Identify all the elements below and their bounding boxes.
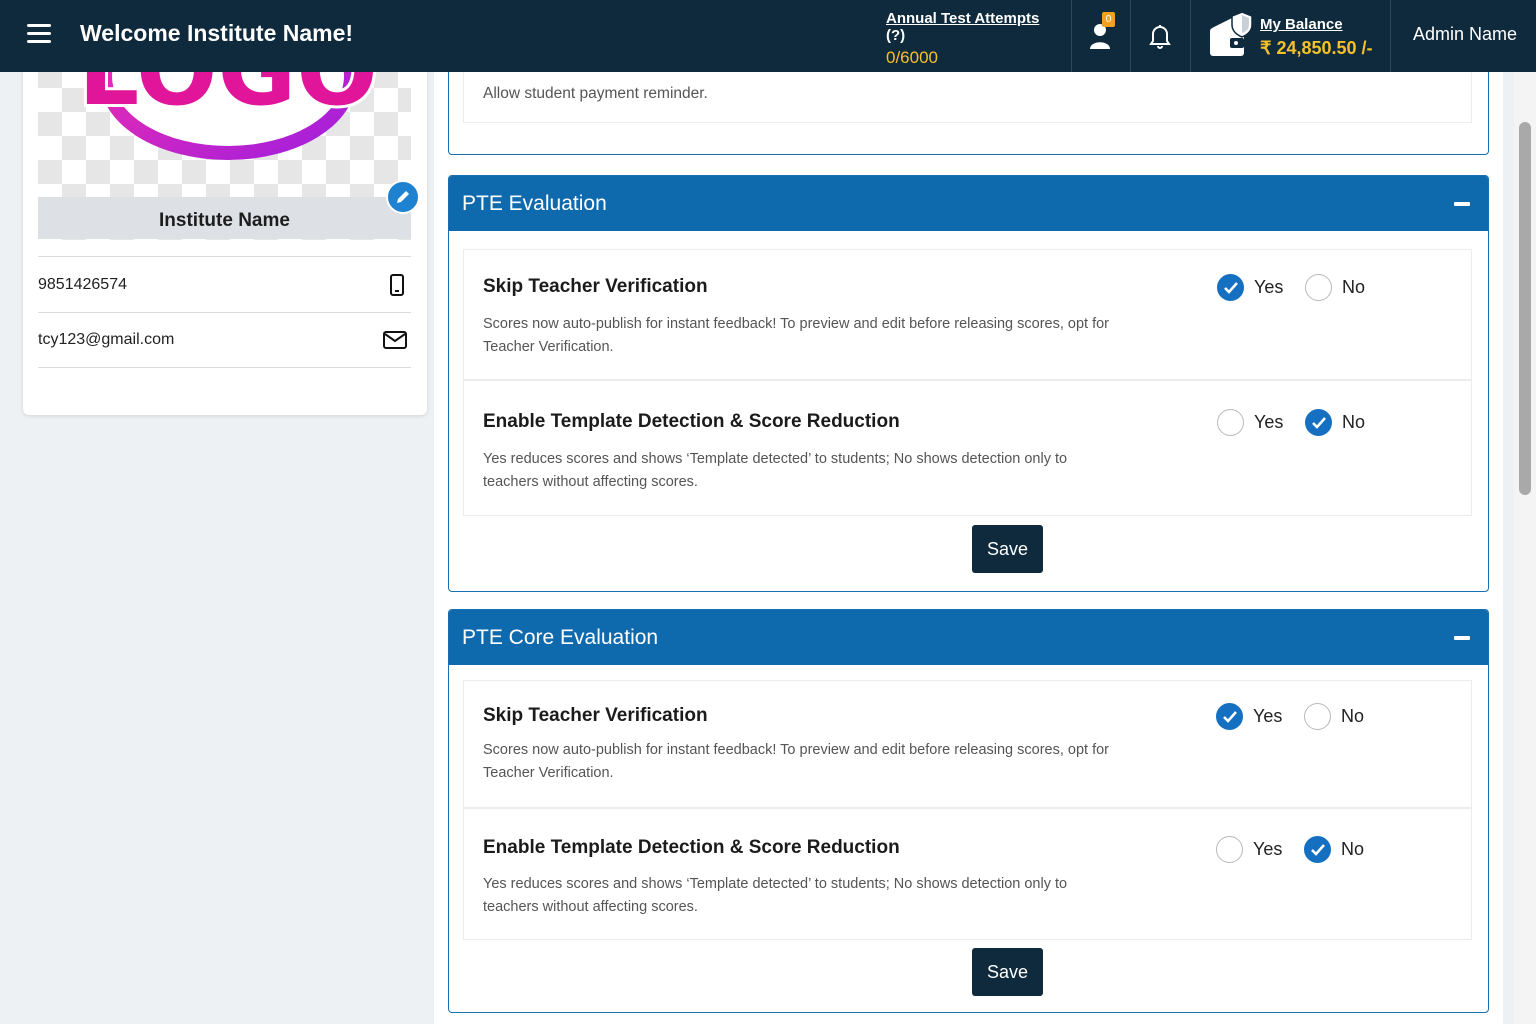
payment-reminder-text: Allow student payment reminder. (483, 85, 708, 102)
radio-no[interactable]: No (1304, 703, 1364, 730)
attempts-label[interactable]: Annual Test Attempts (886, 10, 1039, 27)
top-navbar: Welcome Institute Name! Annual Test Atte… (0, 0, 1536, 78)
hamburger-menu-icon[interactable] (27, 24, 51, 44)
attempts-help[interactable]: (?) (886, 27, 905, 44)
profile-icon[interactable]: 0 (1081, 12, 1121, 56)
institute-name: Institute Name (38, 197, 411, 239)
email-address: tcy123@gmail.com (38, 331, 175, 348)
setting-title: Skip Teacher Verification (483, 705, 708, 726)
template-detection-setting: Enable Template Detection & Score Reduct… (463, 380, 1472, 516)
template-detection-setting: Enable Template Detection & Score Reduct… (463, 808, 1472, 940)
radio-label: No (1341, 839, 1365, 859)
radio-label: No (1342, 412, 1366, 432)
radio-yes[interactable]: Yes (1216, 703, 1282, 730)
institute-profile-card: LOGO Institute Name 9851426574 tcy123@gm… (23, 40, 427, 415)
pte-evaluation-header[interactable]: PTE Evaluation (449, 176, 1488, 231)
radio-checked-icon (1305, 409, 1332, 436)
setting-title: Enable Template Detection & Score Reduct… (483, 411, 900, 432)
radio-no[interactable]: No (1304, 836, 1364, 863)
wallet-shield-icon (1210, 11, 1253, 56)
envelope-icon (383, 331, 407, 349)
balance-value: ₹ 24,850.50 /- (1260, 38, 1373, 58)
save-button[interactable]: Save (972, 525, 1043, 573)
radio-unchecked-icon (1217, 409, 1244, 436)
divider (1390, 0, 1391, 72)
skip-teacher-verification-setting: Skip Teacher Verification Scores now aut… (463, 680, 1472, 808)
annual-test-attempts[interactable]: Annual Test Attempts (?) 0/6000 (886, 10, 1054, 78)
pencil-icon (397, 191, 409, 203)
radio-label: Yes (1253, 706, 1283, 726)
radio-checked-icon (1304, 836, 1331, 863)
section-title: PTE Evaluation (462, 191, 607, 215)
radio-label: No (1342, 277, 1366, 297)
radio-label: Yes (1254, 412, 1284, 432)
radio-label: Yes (1253, 839, 1283, 859)
radio-checked-icon (1216, 703, 1243, 730)
divider (1130, 0, 1131, 72)
setting-description: Scores now auto-publish for instant feed… (483, 316, 1110, 355)
pte-core-evaluation-header[interactable]: PTE Core Evaluation (449, 610, 1488, 665)
attempts-progress-bar (886, 72, 1052, 78)
balance-label[interactable]: My Balance (1260, 16, 1343, 33)
radio-no[interactable]: No (1305, 274, 1365, 301)
bell-icon[interactable] (1140, 16, 1180, 56)
phone-number: 9851426574 (38, 275, 127, 293)
collapse-minus-icon[interactable] (1454, 635, 1470, 640)
divider (1071, 0, 1072, 72)
email-row: tcy123@gmail.com (38, 312, 411, 368)
radio-no[interactable]: No (1305, 409, 1365, 436)
skip-teacher-verification-setting: Skip Teacher Verification Scores now aut… (463, 249, 1472, 380)
profile-badge: 0 (1102, 12, 1115, 27)
attempts-value: 0/6000 (886, 48, 938, 67)
welcome-title: Welcome Institute Name! (80, 20, 354, 46)
radio-label: Yes (1254, 277, 1284, 297)
setting-description: Scores now auto-publish for instant feed… (483, 742, 1110, 781)
setting-description: Yes reduces scores and shows ‘Template d… (483, 876, 1068, 915)
radio-unchecked-icon (1305, 274, 1332, 301)
radio-unchecked-icon (1304, 703, 1331, 730)
pte-core-evaluation-section: PTE Core Evaluation Skip Teacher Verific… (448, 609, 1489, 1013)
setting-title: Enable Template Detection & Score Reduct… (483, 837, 900, 858)
edit-profile-button[interactable] (386, 180, 420, 214)
save-button[interactable]: Save (972, 948, 1043, 996)
radio-yes[interactable]: Yes (1217, 409, 1283, 436)
radio-checked-icon (1217, 274, 1244, 301)
setting-title: Skip Teacher Verification (483, 276, 708, 297)
collapse-minus-icon[interactable] (1454, 201, 1470, 206)
radio-unchecked-icon (1216, 836, 1243, 863)
divider (1190, 0, 1191, 72)
phone-row: 9851426574 (38, 256, 411, 312)
my-balance[interactable]: My Balance ₹ 24,850.50 /- (1208, 6, 1378, 66)
section-title: PTE Core Evaluation (462, 625, 659, 649)
radio-yes[interactable]: Yes (1217, 274, 1283, 301)
admin-name-menu[interactable]: Admin Name (1413, 24, 1517, 45)
setting-description: Yes reduces scores and shows ‘Template d… (483, 451, 1068, 490)
radio-label: No (1341, 706, 1365, 726)
pte-evaluation-section: PTE Evaluation Skip Teacher Verification… (448, 175, 1489, 592)
mobile-phone-icon (390, 273, 404, 296)
scrollbar-thumb[interactable] (1519, 122, 1531, 495)
radio-yes[interactable]: Yes (1216, 836, 1282, 863)
